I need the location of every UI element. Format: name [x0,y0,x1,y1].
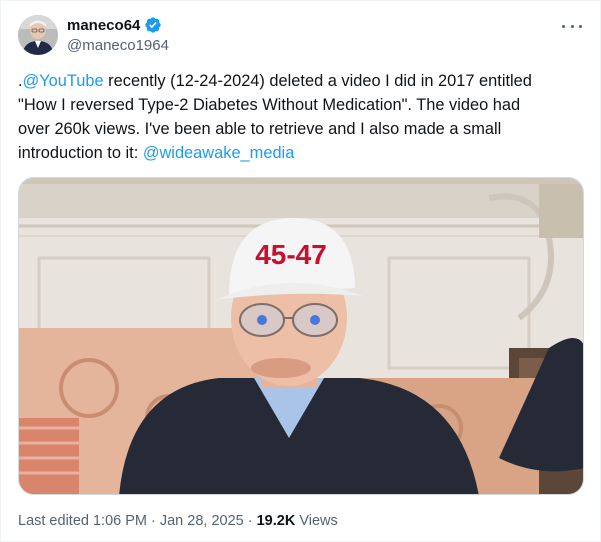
author-handle[interactable]: @maneco1964 [67,37,169,54]
tweet-line-4-prefix: introduction to it: [18,144,143,162]
cap-text: 45-47 [255,239,327,270]
tweet-line-3: over 260k views. I've been able to retri… [18,120,502,138]
views-count: 19.2K [256,513,296,529]
tweet-line-4: introduction to it: @wideawake_media [18,141,588,165]
tweet-line-1: .@YouTube recently (12-24-2024) deleted … [18,69,588,93]
tweet-line-2: "How I reversed Type-2 Diabetes Without … [18,96,521,114]
tweet-footer: Last edited 1:06 PM · Jan 28, 2025 · 19.… [18,513,338,529]
mention-youtube-link[interactable]: @YouTube [23,72,104,90]
video-thumbnail: 45-47 [19,178,583,494]
author-avatar[interactable] [18,15,58,55]
avatar-photo [18,15,58,55]
footer-separator: · [243,513,257,529]
mention-wideawake-media-link[interactable]: @wideawake_media [143,144,295,162]
video-media[interactable]: 45-47 [18,177,584,495]
tweet-text: .@YouTube recently (12-24-2024) deleted … [18,69,588,165]
tweet-line-1-rest: recently (12-24-2024) deleted a video I … [103,72,532,90]
tweet-card: maneco64 @maneco1964 .@YouTube recently … [0,0,601,542]
edited-timestamp-link[interactable]: Last edited 1:06 PM · Jan 28, 2025 [18,513,244,529]
views-label: Views [295,513,338,529]
author-display-name[interactable]: maneco64 [67,17,140,34]
more-options-icon[interactable] [562,19,582,33]
verified-badge-icon[interactable] [144,16,162,34]
author-name-row: maneco64 [67,16,162,34]
